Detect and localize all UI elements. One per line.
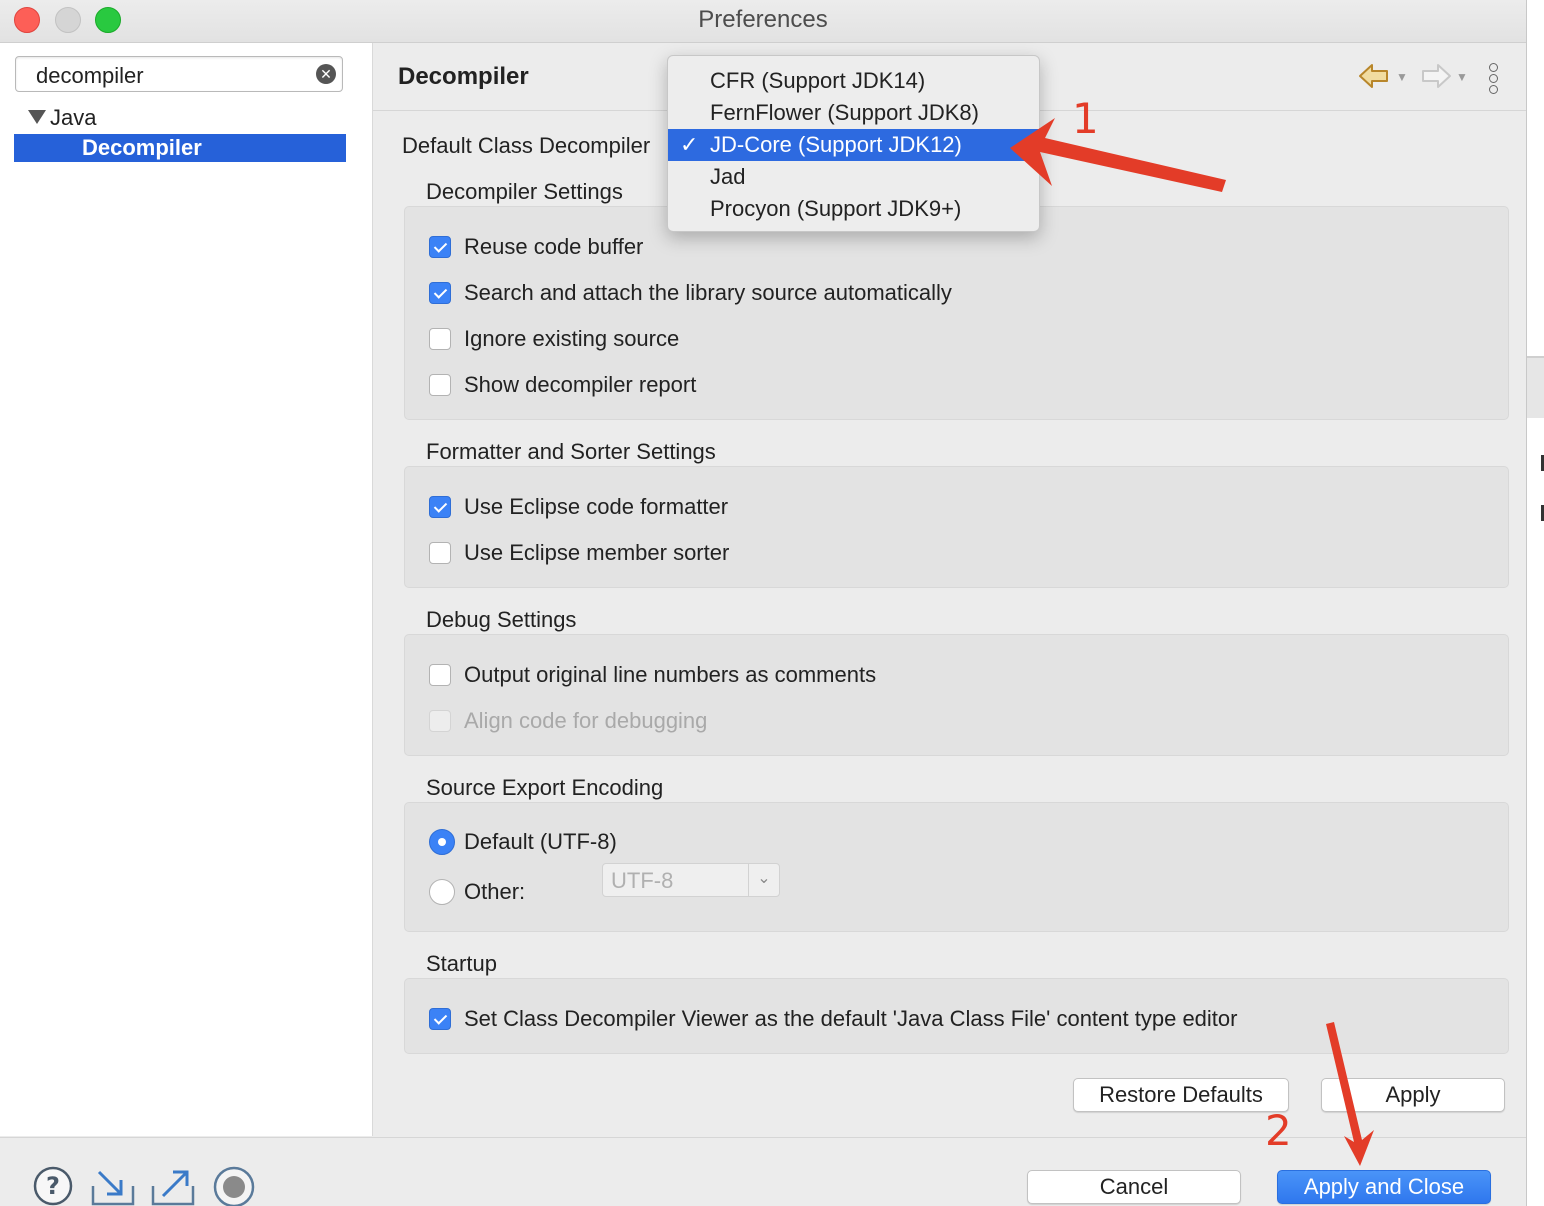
encoding-settings-title: Source Export Encoding [426, 775, 664, 800]
chevron-down-icon: ⌄ [748, 864, 779, 896]
default-decompiler-label: Default Class Decompiler [402, 133, 651, 158]
export-icon[interactable] [151, 1168, 195, 1206]
page-title: Decompiler [398, 63, 529, 90]
svg-text:?: ? [46, 1172, 60, 1200]
expand-triangle-icon[interactable] [28, 110, 46, 124]
checkbox-unchecked[interactable] [429, 542, 451, 564]
back-arrow-icon[interactable] [1358, 62, 1390, 90]
filter-input-value: decompiler [36, 63, 144, 88]
checkbox-unchecked[interactable] [429, 328, 451, 350]
window-title: Preferences [698, 6, 828, 33]
annotation-step-2: 2 [1265, 1106, 1292, 1155]
decompiler-dropdown-menu: CFR (Support JDK14) FernFlower (Support … [667, 55, 1040, 232]
checkbox-unchecked[interactable] [429, 664, 451, 686]
encoding-other-select: UTF-8 ⌄ [602, 863, 780, 897]
background-window-edge [1527, 0, 1544, 1206]
debug-settings-title: Debug Settings [426, 607, 577, 632]
restore-defaults-button[interactable]: Restore Defaults [1073, 1078, 1289, 1112]
radio-unselected[interactable] [429, 879, 455, 905]
clear-search-icon[interactable]: ✕ [316, 64, 336, 84]
formatter-settings-title: Formatter and Sorter Settings [426, 439, 716, 464]
forward-dropdown-icon[interactable]: ▼ [1456, 70, 1468, 84]
preferences-sidebar: decompiler ✕ Java Decompiler [0, 43, 373, 1136]
apply-button[interactable]: Apply [1321, 1078, 1505, 1112]
encoding-settings-group [404, 802, 1509, 932]
tree-item-decompiler[interactable]: Decompiler [14, 134, 346, 162]
radio-selected[interactable] [429, 829, 455, 855]
title-bar: Preferences [0, 0, 1526, 43]
formatter-settings-group [404, 466, 1509, 588]
dialog-button-bar: ? Cancel Apply and Close [0, 1137, 1526, 1206]
forward-arrow-icon[interactable] [1420, 62, 1452, 90]
checkbox-unchecked[interactable] [429, 374, 451, 396]
checkbox-checked[interactable] [429, 496, 451, 518]
debug-settings-group [404, 634, 1509, 756]
apply-and-close-button[interactable]: Apply and Close [1277, 1170, 1491, 1204]
checkbox-checked[interactable] [429, 282, 451, 304]
record-icon[interactable] [213, 1166, 255, 1206]
menu-item-cfr[interactable]: CFR (Support JDK14) [668, 65, 1039, 97]
checkmark-icon: ✓ [680, 132, 699, 157]
background-panel [1527, 356, 1544, 418]
import-icon[interactable] [91, 1168, 135, 1206]
tree-item-java-label: Java [50, 105, 97, 130]
tree-item-decompiler-label: Decompiler [82, 135, 202, 160]
menu-item-fernflower[interactable]: FernFlower (Support JDK8) [668, 97, 1039, 129]
back-dropdown-icon[interactable]: ▼ [1396, 70, 1408, 84]
decompiler-settings-title: Decompiler Settings [426, 179, 623, 204]
tree-item-java[interactable]: Java [28, 105, 96, 131]
checkbox-checked[interactable] [429, 236, 451, 258]
help-icon[interactable]: ? [33, 1166, 73, 1206]
cancel-button[interactable]: Cancel [1027, 1170, 1241, 1204]
startup-settings-title: Startup [426, 951, 497, 976]
preferences-window: Preferences decompiler ✕ Java Decompiler… [0, 0, 1527, 1206]
checkbox-checked[interactable] [429, 1008, 451, 1030]
filter-input[interactable]: decompiler ✕ [15, 56, 343, 92]
annotation-step-1: 1 [1072, 94, 1099, 143]
menu-item-jad[interactable]: Jad [668, 161, 1039, 193]
menu-item-procyon[interactable]: Procyon (Support JDK9+) [668, 193, 1039, 225]
checkbox-disabled [429, 710, 451, 732]
menu-item-jd-core[interactable]: ✓ JD-Core (Support JDK12) [668, 129, 1039, 161]
view-menu-icon[interactable] [1489, 63, 1499, 94]
